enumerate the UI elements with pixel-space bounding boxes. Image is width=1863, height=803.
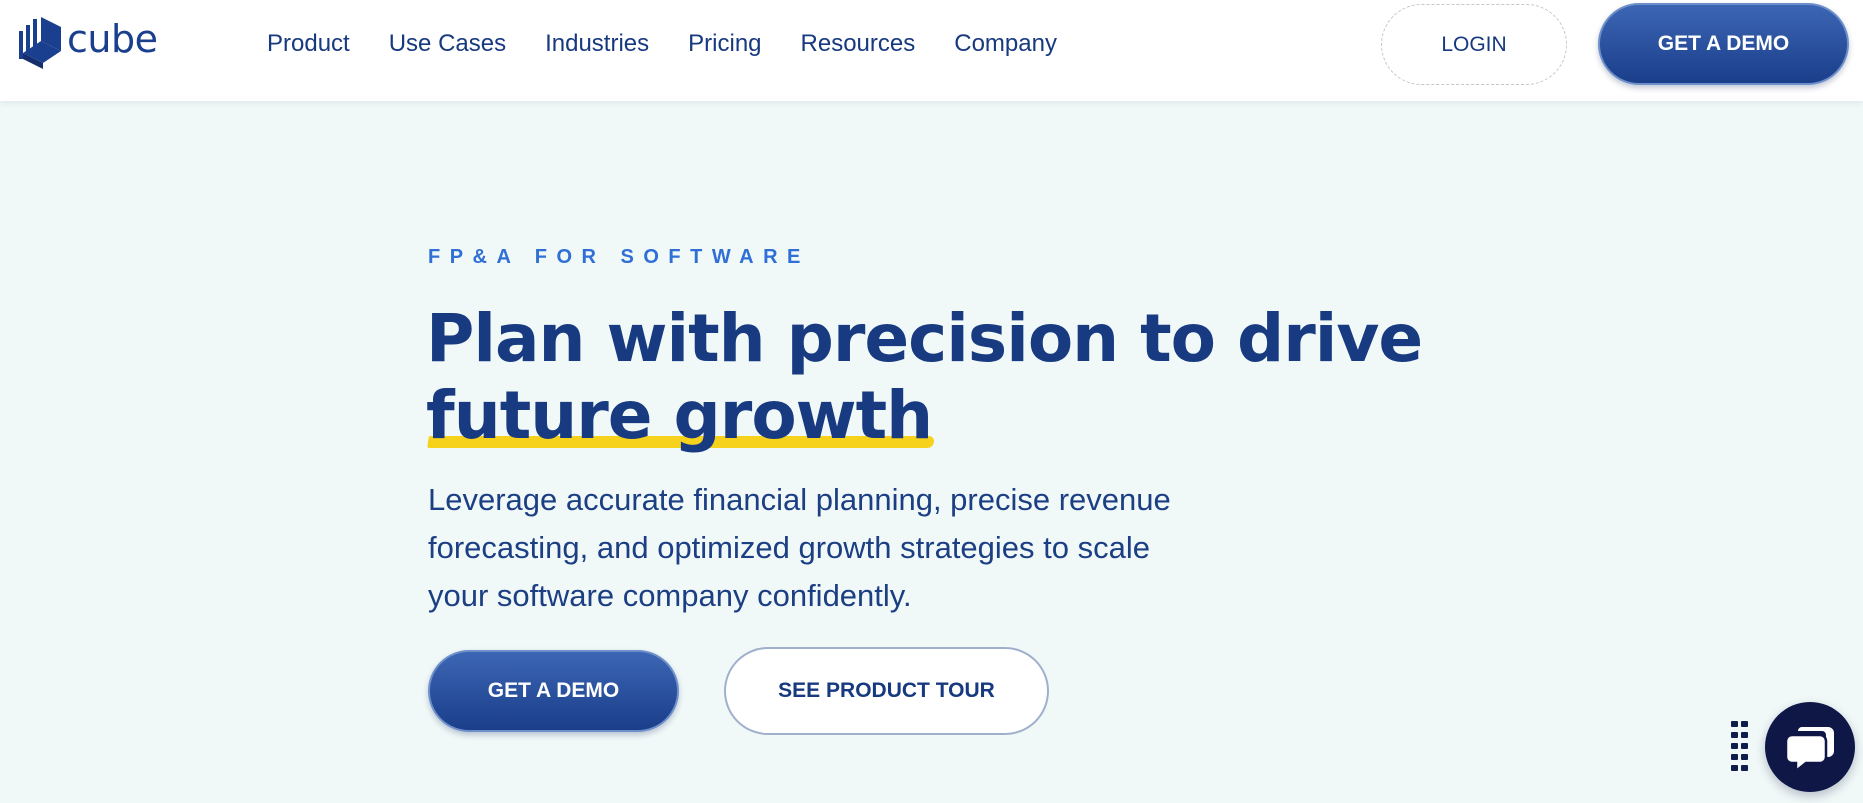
- logo-text: cube: [67, 17, 158, 61]
- hero-headline: Plan with precision to drive future grow…: [426, 300, 1423, 454]
- nav-item-product[interactable]: Product: [267, 30, 350, 58]
- handle-dot: [1741, 721, 1748, 727]
- get-demo-button-header[interactable]: GET A DEMO: [1598, 3, 1849, 85]
- chat-bubble-icon: [1784, 727, 1834, 773]
- hero-eyebrow: FP&A FOR SOFTWARE: [428, 246, 810, 268]
- login-button[interactable]: LOGIN: [1381, 4, 1567, 85]
- nav-item-pricing[interactable]: Pricing: [688, 30, 761, 58]
- nav-item-resources[interactable]: Resources: [801, 30, 916, 58]
- main-nav: Product Use Cases Industries Pricing Res…: [267, 0, 1096, 88]
- cube-logo-icon: [19, 17, 61, 69]
- logo[interactable]: cube: [19, 17, 158, 69]
- nav-item-use-cases[interactable]: Use Cases: [389, 30, 506, 58]
- handle-dot: [1741, 732, 1748, 738]
- handle-dot: [1731, 743, 1738, 749]
- handle-dot: [1731, 721, 1738, 727]
- headline-line-1: Plan with precision to drive: [426, 300, 1423, 377]
- get-demo-button-hero[interactable]: GET A DEMO: [428, 650, 679, 732]
- nav-item-company[interactable]: Company: [954, 30, 1057, 58]
- nav-item-industries[interactable]: Industries: [545, 30, 649, 58]
- headline-line-2: future growth: [426, 377, 1422, 454]
- handle-dot: [1731, 732, 1738, 738]
- drag-handle-icon[interactable]: [1731, 721, 1751, 771]
- handle-dot: [1741, 743, 1748, 749]
- handle-dot: [1731, 754, 1738, 760]
- hero-subtext: Leverage accurate financial planning, pr…: [428, 482, 1171, 613]
- chat-button[interactable]: [1765, 702, 1855, 792]
- product-tour-button[interactable]: SEE PRODUCT TOUR: [724, 647, 1049, 735]
- handle-dot: [1741, 754, 1748, 760]
- handle-dot: [1731, 765, 1738, 771]
- handle-dot: [1741, 765, 1748, 771]
- headline-highlight: future growth: [426, 377, 933, 454]
- site-header: cube Product Use Cases Industries Pricin…: [0, 0, 1863, 101]
